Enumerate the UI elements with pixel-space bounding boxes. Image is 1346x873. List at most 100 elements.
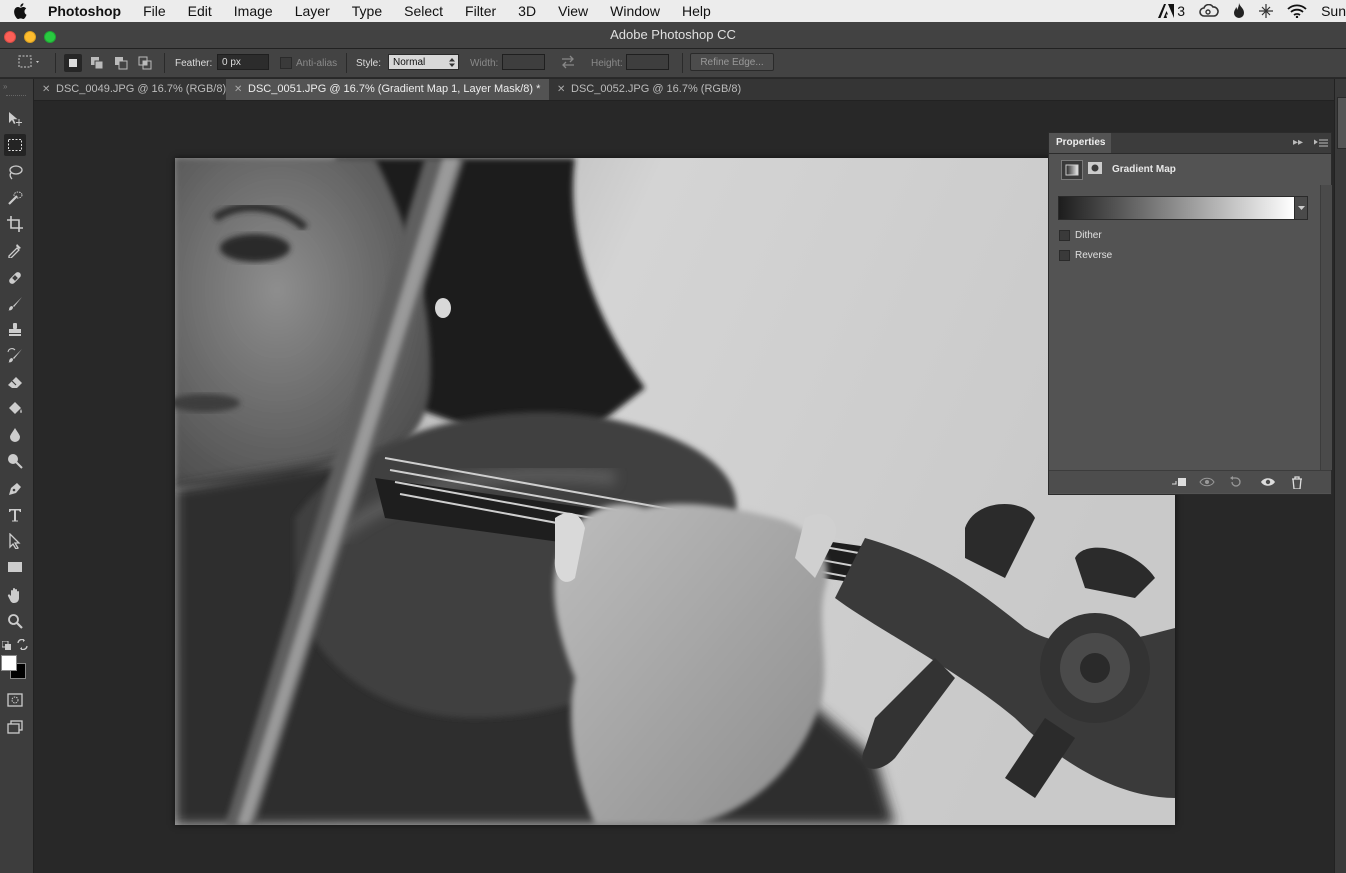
bluetooth-cross-icon[interactable]: [1259, 4, 1274, 18]
zoom-icon: [8, 614, 23, 629]
eye-icon: [1261, 478, 1275, 486]
menu-image[interactable]: Image: [234, 3, 273, 19]
document-tabs: ✕ DSC_0049.JPG @ 16.7% (RGB/8) ✕ DSC_005…: [34, 79, 1334, 101]
menu-filter[interactable]: Filter: [465, 3, 496, 19]
lasso-tool[interactable]: [4, 161, 26, 183]
tab-dsc-0049[interactable]: ✕ DSC_0049.JPG @ 16.7% (RGB/8): [34, 79, 226, 100]
reset-adjustment-button[interactable]: [1228, 475, 1244, 489]
eraser-tool[interactable]: [4, 371, 26, 393]
type-tool[interactable]: [4, 504, 26, 526]
new-selection-button[interactable]: [64, 54, 82, 72]
gradient-picker-dropdown[interactable]: [1294, 196, 1308, 220]
default-colors-icon: [1, 640, 11, 650]
menu-layer[interactable]: Layer: [295, 3, 330, 19]
apple-icon[interactable]: [13, 3, 31, 19]
paint-bucket-tool[interactable]: [4, 397, 26, 419]
quick-selection-icon: [8, 191, 23, 205]
paint-bucket-icon: [9, 402, 22, 414]
toggle-visibility-button[interactable]: [1260, 475, 1276, 489]
updown-arrows-icon: [449, 58, 455, 67]
panel-dock-handle[interactable]: [1337, 97, 1346, 149]
wifi-icon[interactable]: [1287, 4, 1307, 18]
new-selection-icon: [69, 59, 77, 67]
creative-cloud-icon[interactable]: [1199, 4, 1219, 18]
menu-help[interactable]: Help: [682, 3, 711, 19]
document-canvas-image[interactable]: [175, 158, 1175, 825]
layer-mask-button[interactable]: [1086, 160, 1104, 176]
collapse-panel-icon[interactable]: »: [3, 82, 7, 91]
healing-brush-tool[interactable]: [4, 267, 26, 289]
adobe-status[interactable]: 3: [1158, 3, 1185, 19]
crop-tool[interactable]: [4, 213, 26, 235]
tool-preset-picker[interactable]: [18, 55, 42, 69]
gradient-preview[interactable]: [1058, 196, 1295, 220]
dodge-tool[interactable]: [4, 450, 26, 472]
properties-scrollbar[interactable]: [1320, 185, 1332, 470]
tab-dsc-0051[interactable]: ✕ DSC_0051.JPG @ 16.7% (Gradient Map 1, …: [226, 79, 549, 100]
tab-label: DSC_0052.JPG @ 16.7% (RGB/8): [571, 83, 742, 95]
close-tab-icon[interactable]: ✕: [42, 79, 50, 100]
subtract-from-selection-button[interactable]: [112, 54, 130, 72]
intersect-selection-button[interactable]: [136, 54, 154, 72]
panel-menu-icon[interactable]: [1313, 136, 1328, 148]
window-title: Adobe Photoshop CC: [610, 27, 736, 42]
eyedropper-tool[interactable]: [4, 239, 26, 261]
pen-tool[interactable]: [4, 478, 26, 500]
swap-width-height-button[interactable]: [560, 55, 576, 72]
menu-3d[interactable]: 3D: [518, 3, 536, 19]
style-select-value: Normal: [393, 57, 426, 68]
flame-icon[interactable]: [1233, 3, 1245, 19]
screen-mode-button[interactable]: [4, 716, 26, 738]
eyedropper-icon: [8, 244, 21, 258]
marquee-preset-icon: [18, 55, 39, 68]
refine-edge-button[interactable]: Refine Edge...: [690, 53, 774, 71]
clone-stamp-tool[interactable]: [4, 319, 26, 341]
rectangle-tool[interactable]: [4, 556, 26, 578]
add-selection-icon: [91, 57, 104, 70]
adjustment-layer-button[interactable]: [1061, 160, 1083, 180]
clip-to-layer-button[interactable]: [1171, 475, 1187, 489]
menu-view[interactable]: View: [558, 3, 588, 19]
add-to-selection-button[interactable]: [88, 54, 106, 72]
rectangular-marquee-tool[interactable]: [4, 134, 26, 156]
width-input[interactable]: [502, 54, 545, 70]
menu-window[interactable]: Window: [610, 3, 660, 19]
blur-tool[interactable]: [4, 424, 26, 446]
hand-tool[interactable]: [4, 584, 26, 606]
move-tool[interactable]: [4, 108, 26, 130]
properties-tab[interactable]: Properties: [1049, 133, 1111, 153]
toolbar-grip[interactable]: [6, 95, 26, 98]
zoom-tool[interactable]: [4, 610, 26, 632]
view-previous-state-button[interactable]: [1199, 475, 1215, 489]
quick-mask-mode-button[interactable]: [4, 689, 26, 711]
quick-selection-tool[interactable]: [4, 187, 26, 209]
app-menu-photoshop[interactable]: Photoshop: [48, 3, 121, 19]
menu-type[interactable]: Type: [352, 3, 382, 19]
style-select[interactable]: Normal: [388, 54, 459, 70]
swap-colors-button[interactable]: [17, 637, 28, 655]
height-label: Height:: [591, 58, 623, 69]
height-input[interactable]: [626, 54, 669, 70]
tab-dsc-0052[interactable]: ✕ DSC_0052.JPG @ 16.7% (RGB/8): [549, 79, 749, 100]
delete-layer-button[interactable]: [1289, 475, 1305, 489]
properties-panel-header: Properties ▸▸: [1049, 133, 1331, 154]
screen-mode-icon: [7, 720, 23, 734]
close-tab-icon[interactable]: ✕: [234, 79, 242, 100]
menu-edit[interactable]: Edit: [188, 3, 212, 19]
history-brush-tool[interactable]: [4, 345, 26, 367]
clock[interactable]: Sun: [1321, 3, 1346, 19]
foreground-color-swatch[interactable]: [1, 655, 17, 671]
anti-alias-checkbox[interactable]: [280, 57, 292, 69]
menu-file[interactable]: File: [143, 3, 166, 19]
bandage-icon: [9, 272, 21, 284]
dither-checkbox[interactable]: [1059, 230, 1070, 241]
menu-select[interactable]: Select: [404, 3, 443, 19]
feather-input[interactable]: 0 px: [217, 54, 269, 70]
reverse-checkbox[interactable]: [1059, 250, 1070, 261]
brush-tool[interactable]: [4, 293, 26, 315]
default-colors-button[interactable]: [1, 638, 12, 656]
path-selection-tool[interactable]: [4, 530, 26, 552]
collapse-panel-icon[interactable]: ▸▸: [1293, 137, 1303, 148]
close-tab-icon[interactable]: ✕: [557, 79, 565, 100]
tab-label: DSC_0049.JPG @ 16.7% (RGB/8): [56, 83, 227, 95]
